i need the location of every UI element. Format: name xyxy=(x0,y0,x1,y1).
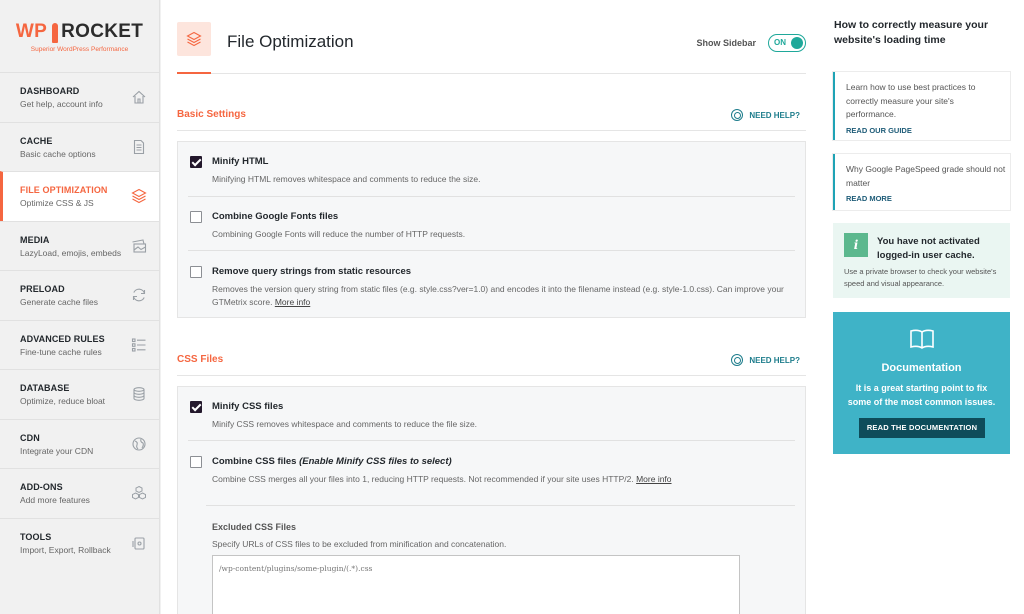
lifebuoy-icon xyxy=(731,109,744,121)
sidebar-item-file-optimization[interactable]: FILE OPTIMIZATION Optimize CSS & JS xyxy=(0,171,159,221)
info-icon: i xyxy=(844,233,868,257)
documentation-title: Documentation xyxy=(881,362,962,374)
logo-wordmark: WP ROCKET xyxy=(16,21,143,43)
logo-tagline: Superior WordPress Performance xyxy=(30,46,129,53)
refresh-icon xyxy=(132,288,146,302)
image-icon xyxy=(132,238,147,253)
database-icon xyxy=(133,387,145,401)
option-description: Minifying HTML removes whitespace and co… xyxy=(212,174,481,184)
layers-icon xyxy=(186,31,202,47)
css-files-panel: Minify CSS files Minify CSS removes whit… xyxy=(177,386,806,614)
page-icon xyxy=(177,22,211,56)
sidebar-item-tools[interactable]: TOOLS Import, Export, Rollback xyxy=(0,517,159,567)
remove-query-strings-checkbox[interactable] xyxy=(190,266,202,278)
notice-title: You have not activated logged-in user ca… xyxy=(877,236,980,261)
more-info-link[interactable]: More info xyxy=(636,474,671,484)
cache-notice: i You have not activated logged-in user … xyxy=(833,223,1010,298)
option-divider xyxy=(188,250,795,251)
need-help-link[interactable]: NEED HELP? xyxy=(731,354,800,366)
book-icon xyxy=(910,329,934,349)
page-header: File Optimization Show Sidebar ON xyxy=(177,22,806,74)
option-description: Removes the version query string from st… xyxy=(212,283,785,309)
option-combine-css: Combine CSS files (Enable Minify CSS fil… xyxy=(188,456,795,496)
option-title: Minify CSS files xyxy=(212,401,284,412)
combine-css-checkbox[interactable] xyxy=(190,456,202,468)
logo-prefix: WP xyxy=(15,21,48,42)
combine-google-fonts-checkbox[interactable] xyxy=(190,211,202,223)
option-title: Combine Google Fonts files xyxy=(212,211,339,222)
home-icon xyxy=(132,90,146,104)
option-description: Minify CSS removes whitespace and commen… xyxy=(212,419,478,429)
sidebar-item-cache[interactable]: CACHE Basic cache options xyxy=(0,121,159,171)
help-sidebar: How to correctly measure your website's … xyxy=(822,0,1024,614)
option-minify-html: Minify HTML Minifying HTML removes white… xyxy=(188,156,795,196)
option-title-text: Combine CSS files xyxy=(212,456,297,467)
toggle-knob xyxy=(791,37,803,49)
pagespeed-card: Why Google PageSpeed grade should not ma… xyxy=(833,154,1010,210)
need-help-label: NEED HELP? xyxy=(749,355,800,365)
option-title: Combine CSS files (Enable Minify CSS fil… xyxy=(212,456,452,467)
excluded-css-textarea[interactable] xyxy=(212,555,740,614)
main-content: File Optimization Show Sidebar ON Basic … xyxy=(161,0,822,614)
read-documentation-button[interactable]: READ THE DOCUMENTATION xyxy=(859,418,985,438)
more-info-link[interactable]: More info xyxy=(275,297,310,307)
cubes-icon xyxy=(132,485,146,500)
read-our-guide-link[interactable]: READ OUR GUIDE xyxy=(846,126,912,135)
option-divider xyxy=(188,196,795,197)
documentation-card: Documentation It is a great starting poi… xyxy=(833,312,1010,454)
sidebar-item-advanced-rules[interactable]: ADVANCED RULES Fine-tune cache rules xyxy=(0,319,159,369)
option-description: Combining Google Fonts will reduce the n… xyxy=(212,229,466,239)
rocket-icon xyxy=(52,23,59,43)
sidebar-item-media[interactable]: MEDIA LazyLoad, emojis, embeds xyxy=(0,220,159,270)
need-help-label: NEED HELP? xyxy=(749,110,800,120)
minify-css-checkbox[interactable] xyxy=(190,401,202,413)
excluded-css-description: Specify URLs of CSS files to be excluded… xyxy=(212,539,507,549)
toggle-state-label: ON xyxy=(774,38,786,47)
option-title: Remove query strings from static resourc… xyxy=(212,266,412,277)
documentation-description: It is a great starting point to fix some… xyxy=(847,383,996,407)
need-help-link[interactable]: NEED HELP? xyxy=(731,109,800,121)
option-divider xyxy=(206,505,795,506)
option-description: Combine CSS merges all your files into 1… xyxy=(212,473,785,486)
tools-icon xyxy=(132,536,145,550)
sidebar-item-cdn[interactable]: CDN Integrate your CDN xyxy=(0,418,159,468)
show-sidebar-label: Show Sidebar xyxy=(696,38,756,48)
basic-settings-panel: Minify HTML Minifying HTML removes white… xyxy=(177,141,806,318)
help-sidebar-title: How to correctly measure your website's … xyxy=(834,19,989,46)
sidebar-item-add-ons[interactable]: ADD-ONS Add more features xyxy=(0,468,159,518)
sidebar-item-preload[interactable]: PRELOAD Generate cache files xyxy=(0,270,159,320)
section-divider xyxy=(177,130,806,131)
read-more-link[interactable]: READ MORE xyxy=(846,194,892,203)
minify-html-checkbox[interactable] xyxy=(190,156,202,168)
page-title: File Optimization xyxy=(227,32,354,51)
document-icon xyxy=(133,139,145,154)
logo-suffix: ROCKET xyxy=(61,21,144,42)
option-combine-google-fonts: Combine Google Fonts files Combining Goo… xyxy=(188,211,795,251)
pagespeed-card-text: Why Google PageSpeed grade should not ma… xyxy=(846,164,1006,188)
option-remove-query-strings: Remove query strings from static resourc… xyxy=(188,266,795,311)
wp-rocket-logo[interactable]: WP ROCKET Superior WordPress Performance xyxy=(0,0,159,72)
sidebar-item-database[interactable]: DATABASE Optimize, reduce bloat xyxy=(0,369,159,419)
option-divider xyxy=(188,440,795,441)
guide-card: Learn how to use best practices to corre… xyxy=(833,72,1010,140)
sidebar-item-dashboard[interactable]: DASHBOARD Get help, account info xyxy=(0,72,159,122)
section-divider xyxy=(177,375,806,376)
option-title-note: (Enable Minify CSS files to select) xyxy=(299,456,452,467)
excluded-css-title: Excluded CSS Files xyxy=(212,522,297,532)
option-description-text: Combine CSS merges all your files into 1… xyxy=(212,474,634,484)
section-title-basic-settings: Basic Settings xyxy=(177,109,246,120)
show-sidebar-toggle[interactable]: ON xyxy=(768,34,806,52)
notice-description: Use a private browser to check your webs… xyxy=(844,267,997,288)
lifebuoy-icon xyxy=(731,354,744,366)
option-title: Minify HTML xyxy=(212,156,269,167)
globe-icon xyxy=(132,436,146,451)
list-icon xyxy=(131,337,146,352)
sidebar-nav: WP ROCKET Superior WordPress Performance… xyxy=(0,0,160,614)
section-title-css-files: CSS Files xyxy=(177,354,224,365)
layers-icon xyxy=(131,188,147,204)
header-accent-underline xyxy=(177,72,211,74)
guide-card-text: Learn how to use best practices to corre… xyxy=(846,82,976,119)
option-minify-css: Minify CSS files Minify CSS removes whit… xyxy=(188,401,795,441)
